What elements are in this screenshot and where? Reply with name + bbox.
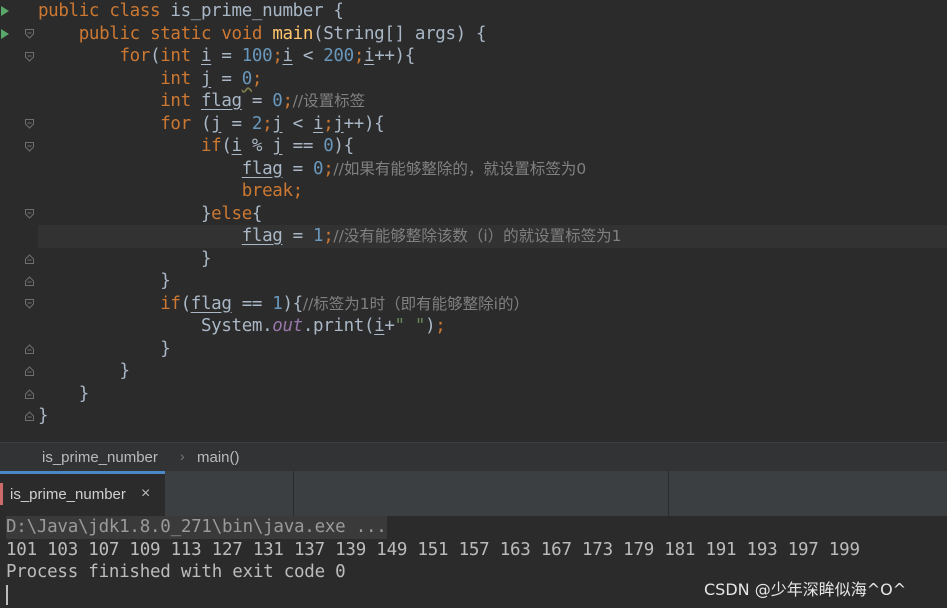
breadcrumb-class[interactable]: is_prime_number — [42, 449, 158, 466]
fold-open-icon[interactable] — [25, 29, 34, 39]
fold-close-icon[interactable] — [25, 344, 34, 354]
code-line[interactable]: if(i % j == 0){ — [38, 135, 947, 158]
console-command: D:\Java\jdk1.8.0_271\bin\java.exe ... — [6, 516, 387, 539]
code-line[interactable]: } — [38, 270, 947, 293]
breadcrumb: is_prime_number › main() — [0, 442, 947, 472]
code-line[interactable]: for (j = 2;j < i;j++){ — [38, 113, 947, 136]
fold-open-icon[interactable] — [25, 119, 34, 129]
run-class-icon[interactable] — [1, 6, 9, 16]
console-output: 101 103 107 109 113 127 131 137 139 149 … — [6, 540, 860, 560]
code-line[interactable]: int j = 0; — [38, 68, 947, 91]
code-line[interactable]: } — [38, 360, 947, 383]
fold-close-icon[interactable] — [25, 254, 34, 264]
code-area[interactable]: public class is_prime_number { public st… — [38, 0, 947, 442]
code-line[interactable]: for(int i = 100;i < 200;i++){ — [38, 45, 947, 68]
breadcrumb-method[interactable]: main() — [197, 449, 240, 466]
code-line[interactable]: if(flag == 1){//标签为1时（即有能够整除i的） — [38, 293, 947, 316]
run-tool-window-tabs: is_prime_number × — [0, 471, 947, 516]
editor-gutter — [0, 0, 38, 442]
panel-divider — [668, 471, 669, 516]
code-line[interactable]: public class is_prime_number { — [38, 0, 947, 23]
fold-open-icon[interactable] — [25, 142, 34, 152]
fold-open-icon[interactable] — [25, 299, 34, 309]
close-icon[interactable]: × — [141, 485, 150, 503]
fold-open-icon[interactable] — [25, 52, 34, 62]
code-line[interactable]: System.out.print(i+" "); — [38, 315, 947, 338]
fold-close-icon[interactable] — [25, 411, 34, 421]
run-tab-label: is_prime_number — [10, 486, 126, 503]
code-line[interactable]: } — [38, 338, 947, 361]
fold-close-icon[interactable] — [25, 389, 34, 399]
code-line[interactable]: } — [38, 248, 947, 271]
code-line[interactable]: flag = 0;//如果有能够整除的，就设置标签为0 — [38, 158, 947, 181]
code-line[interactable]: int flag = 0;//设置标签 — [38, 90, 947, 113]
breadcrumb-separator: › — [180, 448, 185, 464]
code-line[interactable]: } — [38, 405, 947, 428]
console-caret — [6, 585, 8, 605]
fold-open-icon[interactable] — [25, 209, 34, 219]
code-line[interactable]: } — [38, 383, 947, 406]
code-editor[interactable]: public class is_prime_number { public st… — [0, 0, 947, 442]
code-line[interactable]: public static void main(String[] args) { — [38, 23, 947, 46]
watermark: CSDN @少年深眸似海^O^ — [704, 580, 907, 599]
run-main-icon[interactable] — [1, 29, 9, 39]
panel-divider — [293, 471, 294, 516]
fold-close-icon[interactable] — [25, 366, 34, 376]
code-line[interactable]: break; — [38, 180, 947, 203]
run-tab[interactable]: is_prime_number × — [0, 471, 165, 516]
tab-indicator — [0, 483, 3, 505]
fold-close-icon[interactable] — [25, 276, 34, 286]
code-line[interactable]: flag = 1;//没有能够整除该数（i）的就设置标签为1 — [38, 225, 947, 248]
console-exit-message: Process finished with exit code 0 — [6, 562, 346, 582]
code-line[interactable]: }else{ — [38, 203, 947, 226]
